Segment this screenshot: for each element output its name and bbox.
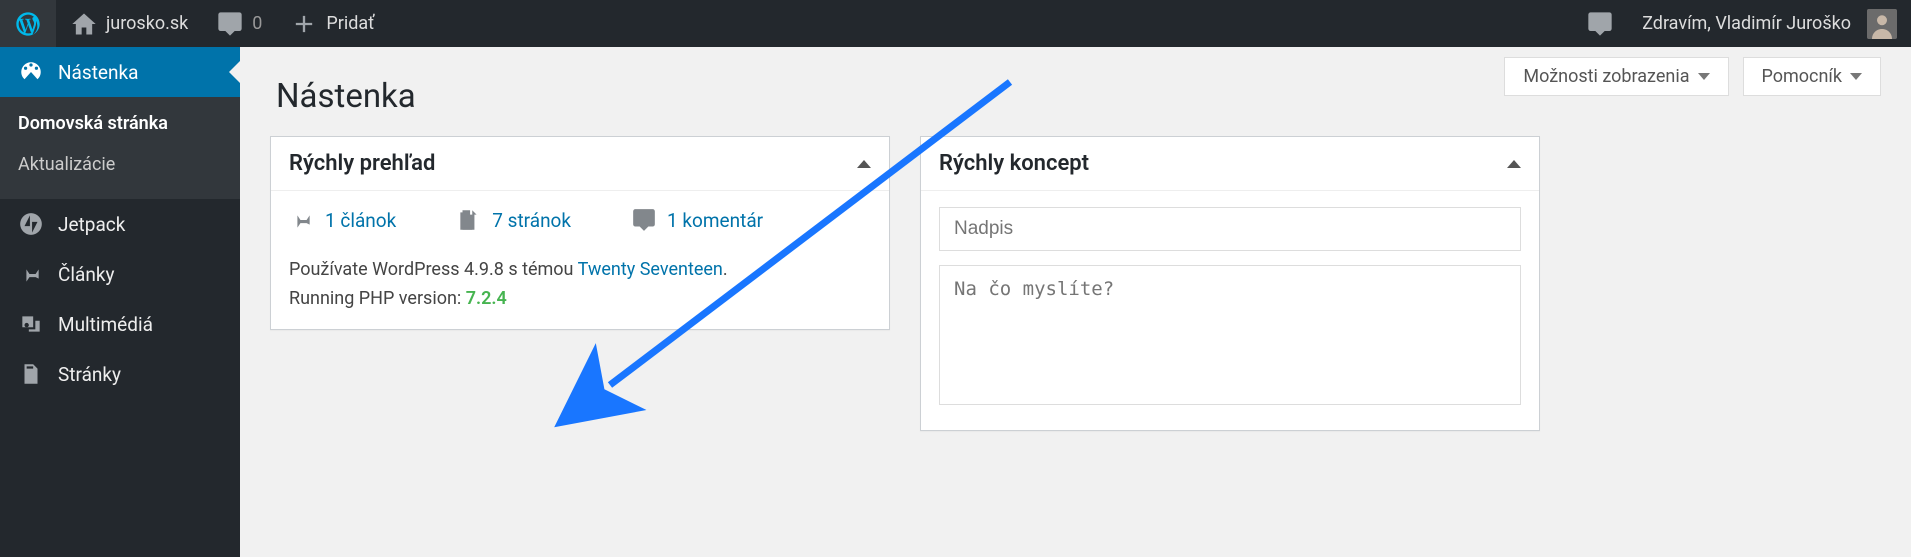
wp-logo-menu[interactable]: [0, 0, 56, 47]
glance-stats: 1 článok 7 stránok 1 komen: [289, 207, 871, 233]
collapse-toggle[interactable]: [857, 160, 871, 168]
submenu-item-updates[interactable]: Aktualizácie: [0, 144, 240, 185]
glance-posts: 1 článok: [289, 207, 396, 233]
comment-icon: [216, 10, 244, 38]
php-version-value: 7.2.4: [466, 288, 507, 309]
add-new-menu[interactable]: Pridať: [276, 0, 388, 47]
jetpack-icon: [18, 211, 44, 237]
site-name-label: jurosko.sk: [106, 13, 188, 34]
pin-icon: [18, 261, 44, 287]
at-a-glance-header: Rýchly prehľad: [271, 137, 889, 191]
plus-icon: [290, 10, 318, 38]
at-a-glance-title: Rýchly prehľad: [289, 151, 435, 176]
quick-draft-title: Rýchly koncept: [939, 151, 1089, 176]
dashboard-icon: [18, 59, 44, 85]
sidebar-item-label: Multimédiá: [58, 313, 153, 336]
main-content: Možnosti zobrazenia Pomocník Nástenka Rý…: [240, 47, 1911, 557]
wp-version-line: Používate WordPress 4.9.8 s témou Twenty…: [289, 259, 871, 280]
sidebar-item-label: Články: [58, 263, 114, 286]
draft-content-textarea[interactable]: [939, 265, 1521, 405]
my-account-menu[interactable]: Zdravím, Vladimír Juroško: [1628, 0, 1911, 47]
glance-comments-link[interactable]: 1 komentár: [667, 209, 763, 232]
dashboard-columns: Rýchly prehľad 1 článok: [270, 136, 1881, 455]
sidebar-item-label: Stránky: [58, 363, 121, 386]
pages-icon: [18, 361, 44, 387]
comment-icon: [631, 207, 657, 233]
comment-icon: [1586, 10, 1614, 38]
avatar: [1867, 9, 1897, 39]
help-label: Pomocník: [1762, 66, 1843, 87]
admin-bar: jurosko.sk 0 Pridať Zdravím, Vladimír Ju…: [0, 0, 1911, 47]
admin-sidebar: Nástenka Domovská stránka Aktualizácie J…: [0, 47, 240, 557]
collapse-toggle[interactable]: [1507, 160, 1521, 168]
add-new-label: Pridať: [326, 13, 374, 34]
submenu-item-home[interactable]: Domovská stránka: [0, 103, 240, 144]
dashboard-col-1: Rýchly prehľad 1 článok: [270, 136, 890, 455]
dashboard-col-2: Rýchly koncept: [920, 136, 1540, 455]
chevron-down-icon: [1698, 73, 1710, 80]
screen-options-label: Možnosti zobrazenia: [1523, 66, 1689, 87]
php-version-line: Running PHP version: 7.2.4: [289, 288, 871, 309]
php-pre: Running PHP version:: [289, 288, 466, 309]
sidebar-item-media[interactable]: Multimédiá: [0, 299, 240, 349]
sidebar-item-label: Nástenka: [58, 61, 138, 84]
screen-options-button[interactable]: Možnosti zobrazenia: [1504, 57, 1728, 96]
version-post: .: [723, 259, 728, 280]
quick-draft-header: Rýchly koncept: [921, 137, 1539, 191]
sidebar-item-posts[interactable]: Články: [0, 249, 240, 299]
version-pre: Používate WordPress 4.9.8 s témou: [289, 259, 578, 280]
glance-comments: 1 komentár: [631, 207, 763, 233]
site-name-menu[interactable]: jurosko.sk: [56, 0, 202, 47]
sidebar-item-pages[interactable]: Stránky: [0, 349, 240, 399]
home-icon: [70, 10, 98, 38]
at-a-glance-box: Rýchly prehľad 1 článok: [270, 136, 890, 330]
dashboard-submenu: Domovská stránka Aktualizácie: [0, 97, 240, 199]
glance-pages: 7 stránok: [456, 207, 571, 233]
help-button[interactable]: Pomocník: [1743, 57, 1882, 96]
pages-icon: [456, 207, 482, 233]
greeting-label: Zdravím, Vladimír Juroško: [1642, 13, 1851, 34]
quick-draft-box: Rýchly koncept: [920, 136, 1540, 431]
wordpress-icon: [14, 10, 42, 38]
screen-options-bar: Možnosti zobrazenia Pomocník: [1504, 57, 1881, 96]
theme-link[interactable]: Twenty Seventeen: [578, 259, 723, 280]
sidebar-item-jetpack[interactable]: Jetpack: [0, 199, 240, 249]
chevron-down-icon: [1850, 73, 1862, 80]
at-a-glance-body: 1 článok 7 stránok 1 komen: [271, 191, 889, 329]
comments-menu[interactable]: 0: [202, 0, 276, 47]
glance-posts-link[interactable]: 1 článok: [325, 209, 396, 232]
sidebar-item-label: Jetpack: [58, 213, 125, 236]
notifications-menu[interactable]: [1572, 0, 1628, 47]
media-icon: [18, 311, 44, 337]
glance-pages-link[interactable]: 7 stránok: [492, 209, 571, 232]
draft-title-input[interactable]: [939, 207, 1521, 251]
pin-icon: [289, 207, 315, 233]
quick-draft-body: [921, 191, 1539, 430]
comments-count: 0: [252, 13, 262, 34]
sidebar-item-dashboard[interactable]: Nástenka: [0, 47, 240, 97]
